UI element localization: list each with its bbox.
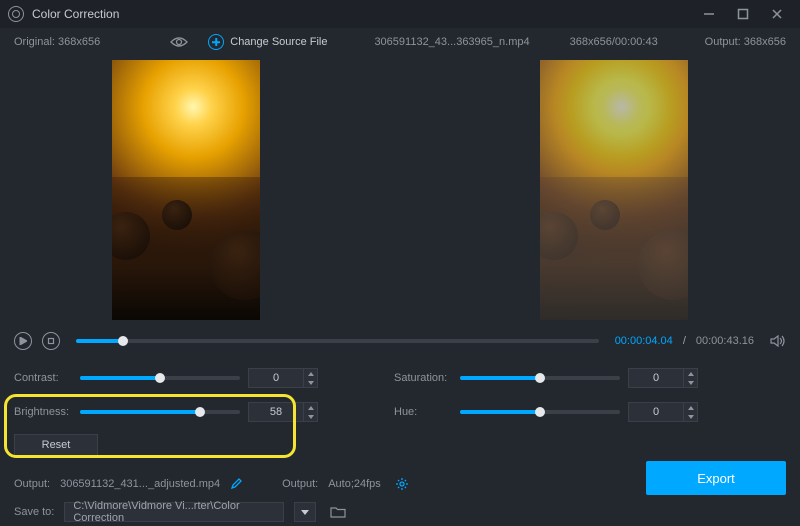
brightness-slider[interactable]: [80, 410, 240, 414]
brightness-up[interactable]: [304, 403, 317, 412]
settings-icon[interactable]: [395, 477, 409, 491]
add-icon[interactable]: [208, 34, 224, 50]
contrast-value: 0: [249, 372, 303, 384]
edit-outfile-icon[interactable]: [230, 478, 242, 490]
playback-bar: 00:00:04.04 / 00:00:43.16: [0, 324, 800, 358]
preview-area: [0, 56, 800, 324]
change-source-button[interactable]: Change Source File: [230, 36, 327, 48]
export-button[interactable]: Export: [646, 461, 786, 495]
time-current: 00:00:04.04: [615, 335, 673, 347]
open-folder-icon[interactable]: [326, 502, 350, 522]
saveto-label: Save to:: [14, 506, 54, 518]
saturation-up[interactable]: [684, 369, 697, 378]
output-label: Output:: [705, 36, 741, 48]
save-row: Save to: C:\Vidmore\Vidmore Vi...rter\Co…: [0, 498, 800, 526]
source-dims-time: 368x656/00:00:43: [570, 36, 658, 48]
saveto-path[interactable]: C:\Vidmore\Vidmore Vi...rter\Color Corre…: [64, 502, 284, 522]
brightness-value-box[interactable]: 58: [248, 402, 318, 422]
contrast-value-box[interactable]: 0: [248, 368, 318, 388]
reset-button[interactable]: Reset: [14, 434, 98, 456]
saturation-value-box[interactable]: 0: [628, 368, 698, 388]
output-dims: 368x656: [744, 36, 786, 48]
time-total: 00:00:43.16: [696, 335, 754, 347]
source-filename: 306591132_43...363965_n.mp4: [374, 36, 529, 48]
timeline-slider[interactable]: [76, 339, 599, 343]
close-button[interactable]: [760, 0, 794, 28]
saturation-slider[interactable]: [460, 376, 620, 380]
contrast-label: Contrast:: [14, 372, 72, 384]
play-button[interactable]: [14, 332, 32, 350]
brightness-down[interactable]: [304, 412, 317, 421]
stop-button[interactable]: [42, 332, 60, 350]
titlebar: Color Correction: [0, 0, 800, 28]
outfmt-label: Output:: [282, 478, 318, 490]
outfmt-value: Auto;24fps: [328, 478, 381, 490]
hue-label: Hue:: [394, 406, 452, 418]
contrast-up[interactable]: [304, 369, 317, 378]
volume-icon[interactable]: [770, 334, 786, 348]
eye-icon[interactable]: [170, 36, 188, 48]
preview-original: [112, 60, 260, 320]
maximize-button[interactable]: [726, 0, 760, 28]
original-dims: 368x656: [58, 36, 100, 48]
controls-panel: Contrast: 0 Saturation: 0 Brightness: 58…: [0, 358, 800, 456]
outfile-label: Output:: [14, 478, 50, 490]
saturation-label: Saturation:: [394, 372, 452, 384]
hue-down[interactable]: [684, 412, 697, 421]
hue-up[interactable]: [684, 403, 697, 412]
original-label: Original:: [14, 36, 55, 48]
contrast-down[interactable]: [304, 378, 317, 387]
contrast-slider[interactable]: [80, 376, 240, 380]
time-sep: /: [683, 335, 686, 347]
hue-value-box[interactable]: 0: [628, 402, 698, 422]
app-icon: [8, 6, 24, 22]
hue-value: 0: [629, 406, 683, 418]
info-bar: Original: 368x656 Change Source File 306…: [0, 28, 800, 56]
window-title: Color Correction: [32, 7, 119, 21]
saturation-value: 0: [629, 372, 683, 384]
saveto-dropdown[interactable]: [294, 502, 316, 522]
outfile-name: 306591132_431..._adjusted.mp4: [60, 478, 220, 490]
brightness-label: Brightness:: [14, 406, 72, 418]
brightness-value: 58: [249, 406, 303, 418]
saturation-down[interactable]: [684, 378, 697, 387]
minimize-button[interactable]: [692, 0, 726, 28]
hue-slider[interactable]: [460, 410, 620, 414]
preview-output: [540, 60, 688, 320]
